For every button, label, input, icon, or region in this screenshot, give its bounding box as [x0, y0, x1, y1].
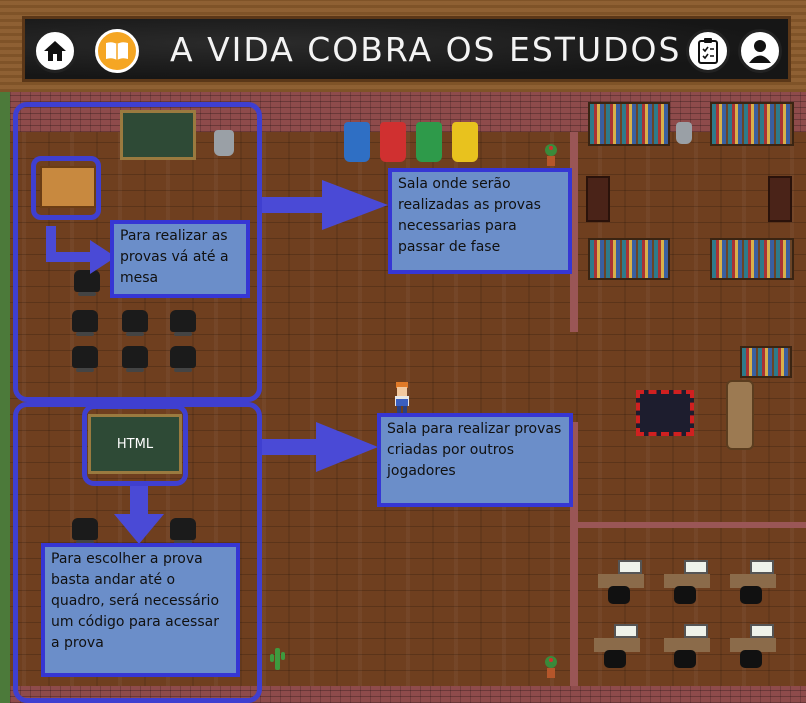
- exam-desk-note: Para realizar as provas vá até a mesa: [110, 220, 250, 298]
- cabinet: [768, 176, 792, 222]
- arrow-head: [322, 180, 388, 230]
- book-icon: [106, 42, 128, 60]
- grass-strip: [0, 92, 10, 703]
- arrow-shaft: [130, 486, 148, 516]
- chalkboard-label: HTML: [116, 436, 154, 452]
- html-chalkboard[interactable]: HTML: [88, 414, 182, 474]
- computer-desk: [594, 560, 646, 604]
- clipboard-icon: [698, 38, 718, 64]
- arrow-shaft: [46, 252, 92, 262]
- home-icon: [44, 41, 66, 61]
- computer-desk: [660, 624, 712, 668]
- bookshelf: [740, 346, 792, 378]
- bookshelf: [588, 102, 670, 146]
- user-icon: [749, 40, 771, 63]
- exam-desk-highlight: [31, 156, 101, 220]
- bookshelf: [588, 238, 670, 280]
- recycling-bin-red: [380, 122, 406, 162]
- bookshelf: [710, 238, 794, 280]
- arrow-shaft: [262, 197, 326, 213]
- game-title: A VIDA COBRA OS ESTUDOS: [170, 30, 682, 69]
- cabinet: [586, 176, 610, 222]
- recycling-bin-yellow: [452, 122, 478, 162]
- computer-desk: [726, 560, 778, 604]
- computer-desk: [726, 624, 778, 668]
- tasks-button[interactable]: [686, 29, 730, 73]
- potted-plant-icon: [545, 656, 557, 678]
- recycling-bin-blue: [344, 122, 370, 162]
- player-character[interactable]: [392, 382, 412, 414]
- book-button[interactable]: [95, 29, 139, 73]
- home-button[interactable]: [33, 29, 77, 73]
- trash-can: [676, 122, 692, 144]
- arrow-head: [316, 422, 378, 472]
- recycling-bin-green: [416, 122, 442, 162]
- header-bar: A VIDA COBRA OS ESTUDOS: [0, 0, 806, 92]
- computer-desk: [660, 560, 712, 604]
- arrow-head: [114, 514, 164, 544]
- potted-plant-icon: [545, 144, 557, 166]
- exam-room-caption: Sala onde serão realizadas as provas nec…: [388, 168, 572, 274]
- custom-exam-note: Para escolher a prova basta andar até o …: [41, 543, 240, 677]
- computer-desk: [590, 624, 642, 668]
- cactus-icon: [270, 648, 285, 670]
- patterned-rug: [636, 390, 694, 436]
- sofa: [726, 380, 754, 450]
- custom-room-caption: Sala para realizar provas criadas por ou…: [377, 413, 573, 507]
- room-divider-horizontal: [578, 522, 806, 528]
- bookshelf: [710, 102, 794, 146]
- profile-button[interactable]: [738, 29, 782, 73]
- game-map: HTML Para realizar as provas vá até a me…: [0, 92, 806, 703]
- arrow-shaft: [262, 439, 320, 455]
